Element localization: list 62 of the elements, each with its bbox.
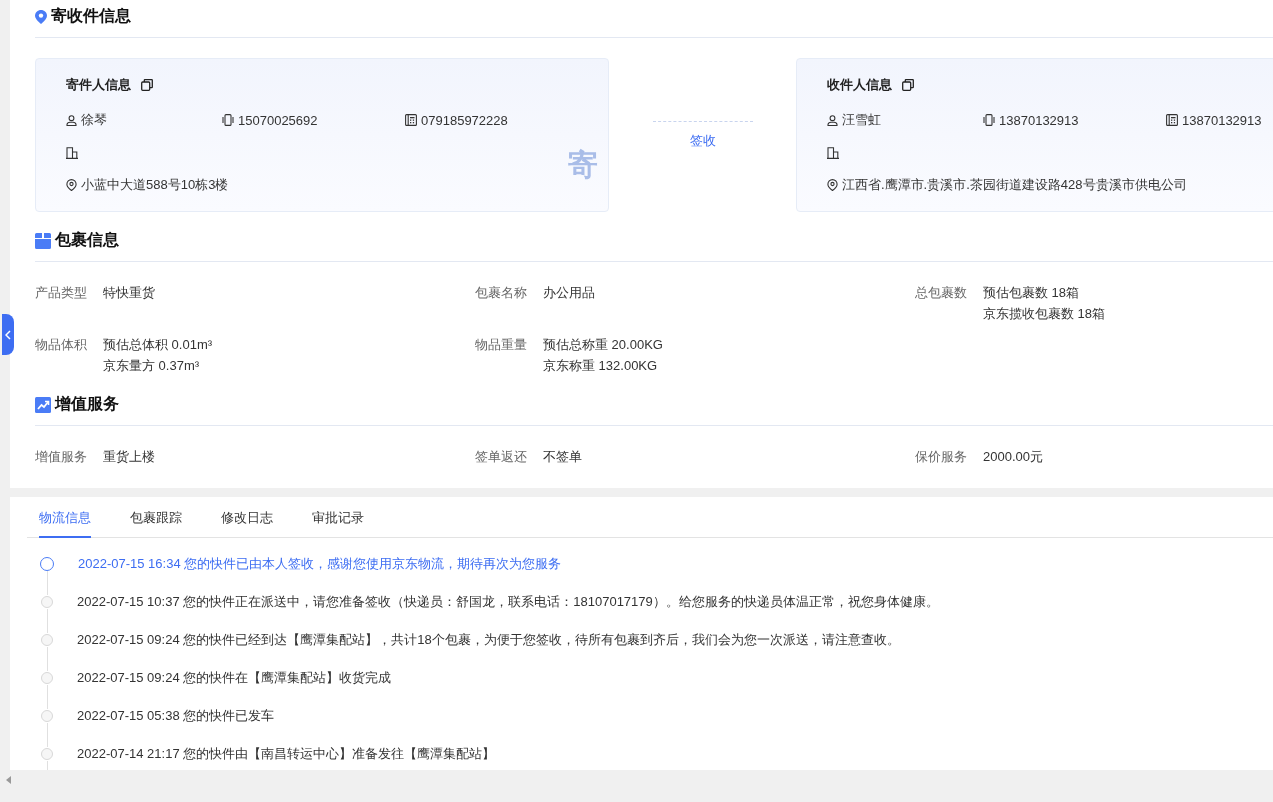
copy-icon[interactable] — [902, 79, 914, 91]
section-title: 增值服务 — [55, 394, 119, 414]
mobile-phone-icon — [983, 114, 995, 126]
person-icon — [66, 114, 77, 126]
contact-name: 汪雪虹 — [842, 111, 881, 129]
mobile-number: 15070025692 — [238, 112, 318, 128]
person-icon — [827, 114, 838, 126]
location-icon — [66, 179, 77, 191]
card-title: 寄件人信息 — [66, 76, 131, 94]
timeline-entry: 2022-07-15 10:37 您的快件正在派送中，请您准备签收（快递员：舒国龙，联系电话：18107017179）。给您服务的快递员体温正常，祝您身体健康。 — [77, 593, 939, 611]
decorative-character: 寄 — [568, 147, 598, 183]
phone-number: 079185972228 — [421, 112, 508, 128]
tab[interactable]: 修改日志 — [221, 497, 273, 538]
contact-name: 徐琴 — [81, 111, 107, 129]
location-pin-icon — [35, 9, 47, 24]
landline-phone-icon — [1166, 114, 1178, 126]
tab[interactable]: 物流信息 — [39, 497, 91, 538]
field-value: 2000.00元 — [983, 448, 1043, 466]
field-value: 京东揽收包裹数 18箱 — [983, 305, 1106, 323]
building-icon — [827, 147, 839, 159]
location-icon — [827, 179, 838, 191]
section-title: 包裹信息 — [55, 230, 119, 250]
timeline-entry: 2022-07-14 21:17 您的快件由【南昌转运中心】准备发往【鹰潭集配站】 — [77, 745, 496, 763]
timeline-entry: 2022-07-15 09:24 您的快件在【鹰潭集配站】收货完成 — [77, 669, 392, 687]
card-title: 收件人信息 — [827, 76, 892, 94]
timeline-entry: 2022-07-15 09:24 您的快件已经到达【鹰潭集配站】，共计18个包裹，为便于您签收，待所有包裹到齐后，我们会为您一次派送，请注意查收。 — [77, 631, 900, 649]
field-label: 包裹名称 — [475, 284, 528, 302]
connector-label: 签收 — [689, 131, 716, 150]
chevron-left-icon — [5, 329, 11, 340]
copy-icon[interactable] — [141, 79, 153, 91]
field-label: 总包裹数 — [915, 284, 968, 302]
tab[interactable]: 审批记录 — [312, 497, 364, 538]
field-label: 签单返还 — [475, 448, 528, 466]
building-icon — [66, 147, 78, 159]
field-value: 不签单 — [543, 448, 582, 466]
field-value: 重货上楼 — [103, 448, 155, 466]
field-value: 预估总称重 20.00KG — [543, 336, 663, 354]
timeline-entry: 2022-07-15 16:34 您的快件已由本人签收，感谢您使用京东物流，期待再次为您服务 — [78, 555, 562, 573]
field-value: 预估总体积 0.01m³ — [103, 336, 213, 354]
box-icon — [35, 232, 51, 249]
landline-phone-icon — [405, 114, 417, 126]
field-value: 京东量方 0.37m³ — [103, 357, 201, 375]
collapse-button[interactable] — [2, 314, 14, 355]
field-value: 特快重货 — [103, 284, 155, 302]
mobile-phone-icon — [222, 114, 234, 126]
field-value: 预估包裹数 18箱 — [983, 284, 1081, 302]
field-label: 物品重量 — [475, 336, 528, 354]
section-title: 寄收件信息 — [51, 6, 131, 26]
trend-chart-icon — [35, 396, 51, 413]
scroll-left-arrow-icon — [6, 776, 11, 784]
field-value: 京东称重 132.00KG — [543, 357, 659, 375]
address: 江西省.鹰潭市.贵溪市.茶园街道建设路428号贵溪市供电公司 — [842, 176, 1187, 194]
field-label: 保价服务 — [915, 448, 968, 466]
field-label: 物品体积 — [35, 336, 88, 354]
field-value: 办公用品 — [543, 284, 595, 302]
mobile-number: 13870132913 — [999, 112, 1079, 128]
field-label: 产品类型 — [35, 284, 88, 302]
tab[interactable]: 包裹跟踪 — [130, 497, 182, 538]
timeline-entry: 2022-07-15 05:38 您的快件已发车 — [77, 707, 275, 725]
phone-number: 13870132913 — [1182, 112, 1262, 128]
field-label: 增值服务 — [35, 448, 88, 466]
address: 小蓝中大道588号10栋3楼 — [81, 176, 229, 194]
